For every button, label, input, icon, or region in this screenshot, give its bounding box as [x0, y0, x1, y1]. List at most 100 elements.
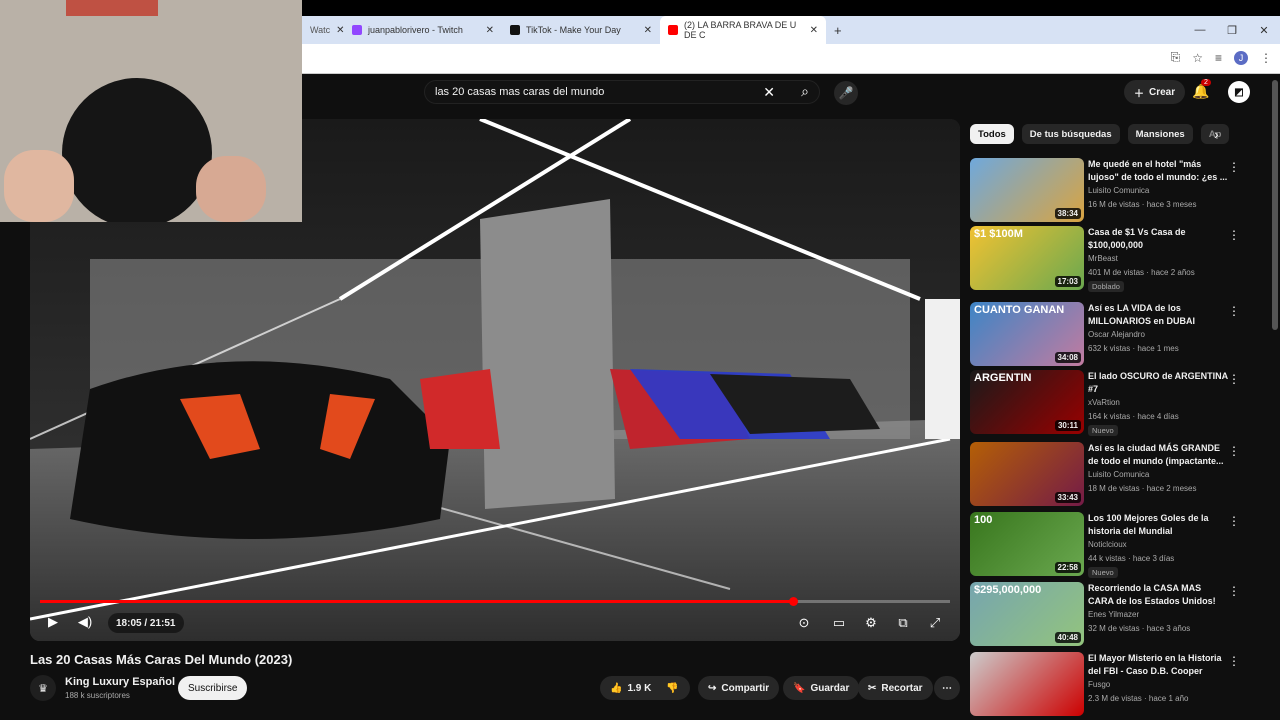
video-thumbnail[interactable]: 100 22:58: [970, 512, 1084, 576]
more-options-icon[interactable]: ⋮: [1228, 514, 1240, 528]
close-icon[interactable]: ✕: [644, 25, 652, 36]
clear-search-icon[interactable]: ✕: [763, 84, 775, 101]
account-avatar[interactable]: ◩: [1228, 81, 1250, 103]
video-thumbnail[interactable]: CUANTO GANAN 34:08: [970, 302, 1084, 366]
share-button[interactable]: ↪ Compartir: [698, 676, 780, 700]
clip-button[interactable]: ✂ Recortar: [858, 676, 933, 700]
duration-badge: 17:03: [1054, 276, 1081, 287]
more-options-icon[interactable]: ⋮: [1228, 160, 1240, 174]
address-bar[interactable]: ⎘ ☆ ≡ J ⋮: [302, 44, 1280, 74]
save-button[interactable]: 🔖 Guardar: [783, 676, 860, 700]
like-count[interactable]: 1.9 K: [627, 683, 651, 694]
media-control-icon[interactable]: ≡: [1215, 51, 1222, 65]
volume-icon[interactable]: ◀): [74, 611, 96, 633]
video-thumbnail[interactable]: $295,000,000 40:48: [970, 582, 1084, 646]
more-options-icon[interactable]: ⋮: [1228, 654, 1240, 668]
recommendation-item[interactable]: El Mayor Misterio en la Historia del FBI…: [970, 652, 1260, 716]
recommendation-meta: 2.3 M de vistas · hace 1 año: [1088, 694, 1189, 703]
thumbnail-text: CUANTO GANAN: [974, 304, 1065, 316]
autoplay-toggle-icon[interactable]: ⊙: [793, 613, 815, 633]
recommendation-item[interactable]: CUANTO GANAN 34:08 Así es LA VIDA de los…: [970, 302, 1260, 366]
subscribe-button[interactable]: Suscribirse: [178, 676, 248, 700]
chip-from-searches[interactable]: De tus búsquedas: [1021, 124, 1120, 144]
more-options-icon[interactable]: ⋮: [1228, 228, 1240, 242]
recommendation-item[interactable]: 100 22:58 Los 100 Mejores Goles de la hi…: [970, 512, 1260, 578]
video-thumbnail[interactable]: 38:34: [970, 158, 1084, 222]
recommendation-title[interactable]: Recorriendo la CASA MAS CARA de los Esta…: [1088, 582, 1228, 608]
browser-menu-icon[interactable]: ⋮: [1260, 51, 1272, 65]
more-actions-button[interactable]: ⋯: [934, 676, 960, 700]
close-window-icon[interactable]: ✕: [1248, 16, 1280, 44]
subtitles-icon[interactable]: ▭: [828, 613, 850, 633]
search-icon[interactable]: ⌕: [801, 83, 809, 100]
plus-icon: ＋: [1134, 88, 1144, 100]
notifications-bell-icon[interactable]: 🔔 2: [1192, 79, 1211, 100]
channel-name[interactable]: King Luxury Español: [65, 676, 175, 688]
bookmark-star-icon[interactable]: ☆: [1192, 51, 1203, 65]
fullscreen-icon[interactable]: ⤢: [924, 613, 946, 633]
browser-tab[interactable]: Watc ✕: [302, 16, 345, 44]
new-tab-button[interactable]: +: [826, 23, 850, 38]
profile-avatar[interactable]: J: [1234, 50, 1248, 65]
recommendation-channel[interactable]: Luisito Comunica: [1088, 470, 1149, 479]
recommendation-item[interactable]: $295,000,000 40:48 Recorriendo la CASA M…: [970, 582, 1260, 646]
search-input[interactable]: las 20 casas mas caras del mundo ✕ ⌕: [424, 80, 820, 104]
settings-gear-icon[interactable]: ⚙: [860, 613, 882, 633]
chip-mansions[interactable]: Mansiones: [1127, 124, 1193, 144]
filter-chips: Todos De tus búsquedas Mansiones Ap: [970, 124, 1230, 144]
recommendation-channel[interactable]: xVaRtion: [1088, 398, 1120, 407]
recommendation-channel[interactable]: Oscar Alejandro: [1088, 330, 1145, 339]
browser-tab[interactable]: TikTok - Make Your Day ✕: [502, 16, 660, 44]
address-bar-icons: ⎘ ☆ ≡ J ⋮: [1171, 50, 1272, 65]
chip-all[interactable]: Todos: [970, 124, 1014, 144]
dislike-icon[interactable]: 👎: [666, 683, 678, 694]
recommendation-title[interactable]: Así es la ciudad MÁS GRANDE de todo el m…: [1088, 442, 1228, 468]
recommendation-title[interactable]: Así es LA VIDA de los MILLONARIOS en DUB…: [1088, 302, 1228, 328]
duration-badge: 22:58: [1054, 562, 1081, 573]
close-icon[interactable]: ✕: [810, 25, 818, 36]
more-options-icon[interactable]: ⋮: [1228, 304, 1240, 318]
channel-avatar[interactable]: ♛: [30, 675, 56, 701]
recommendation-item[interactable]: 38:34 Me quedé en el hotel "más lujoso" …: [970, 158, 1260, 222]
install-icon[interactable]: ⎘: [1171, 50, 1181, 65]
video-thumbnail[interactable]: 33:43: [970, 442, 1084, 506]
play-icon[interactable]: ▶: [42, 611, 64, 633]
recommendation-item[interactable]: 33:43 Así es la ciudad MÁS GRANDE de tod…: [970, 442, 1260, 506]
browser-tab[interactable]: juanpablorivero - Twitch ✕: [344, 16, 502, 44]
recommendation-title[interactable]: El lado OSCURO de ARGENTINA #7: [1088, 370, 1228, 396]
miniplayer-icon[interactable]: ⧉: [892, 613, 914, 633]
recommendation-channel[interactable]: Noticlcioux: [1088, 540, 1127, 549]
chevron-right-icon[interactable]: ›: [1214, 126, 1219, 142]
video-thumbnail[interactable]: [970, 652, 1084, 716]
maximize-icon[interactable]: ❐: [1216, 16, 1248, 44]
recommendation-item[interactable]: ARGENTIN 30:11 El lado OSCURO de ARGENTI…: [970, 370, 1260, 436]
tiktok-icon: [510, 25, 520, 35]
recommendation-channel[interactable]: Luisito Comunica: [1088, 186, 1149, 195]
create-button[interactable]: ＋ Crear: [1124, 80, 1186, 104]
recommendation-title[interactable]: El Mayor Misterio en la Historia del FBI…: [1088, 652, 1228, 678]
recommendation-title[interactable]: Los 100 Mejores Goles de la historia del…: [1088, 512, 1228, 538]
recommendation-channel[interactable]: Fusgo: [1088, 680, 1110, 689]
progress-fill: [40, 600, 793, 603]
progress-bar[interactable]: [40, 597, 950, 606]
close-icon[interactable]: ✕: [486, 25, 494, 36]
like-icon[interactable]: 👍: [610, 683, 622, 694]
recommendation-item[interactable]: $1 $100M 17:03 Casa de $1 Vs Casa de $10…: [970, 226, 1260, 292]
twitch-icon: [352, 25, 362, 35]
scrollbar[interactable]: [1272, 80, 1278, 330]
more-options-icon[interactable]: ⋮: [1228, 372, 1240, 386]
recommendation-title[interactable]: Me quedé en el hotel "más lujoso" de tod…: [1088, 158, 1228, 184]
browser-tab-active[interactable]: (2) LA BARRA BRAVA DE U DE C ✕: [660, 16, 826, 44]
minimize-icon[interactable]: —: [1184, 16, 1216, 44]
microphone-icon[interactable]: 🎤: [834, 81, 858, 105]
video-thumbnail[interactable]: $1 $100M 17:03: [970, 226, 1084, 290]
more-options-icon[interactable]: ⋮: [1228, 584, 1240, 598]
recommendation-title[interactable]: Casa de $1 Vs Casa de $100,000,000: [1088, 226, 1228, 252]
recommendation-meta: 401 M de vistas · hace 2 años: [1088, 268, 1195, 277]
video-thumbnail[interactable]: ARGENTIN 30:11: [970, 370, 1084, 434]
tab-title: juanpablorivero - Twitch: [368, 25, 463, 35]
recommendation-channel[interactable]: Enes Yilmazer: [1088, 610, 1139, 619]
time-display: 18:05 / 21:51: [108, 613, 184, 633]
recommendation-channel[interactable]: MrBeast: [1088, 254, 1118, 263]
more-options-icon[interactable]: ⋮: [1228, 444, 1240, 458]
